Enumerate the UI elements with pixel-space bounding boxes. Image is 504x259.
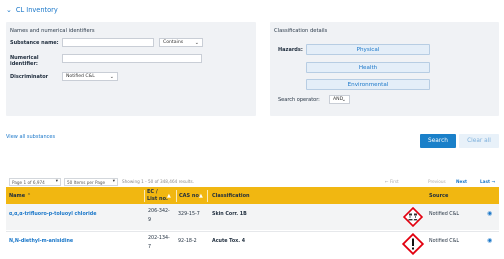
- table-row: [6, 204, 499, 230]
- column-divider: [176, 190, 177, 202]
- view-eye-icon[interactable]: ◉: [487, 237, 492, 244]
- ec-number-line2: 9: [148, 218, 152, 223]
- discriminator-value: Notified C&L: [66, 74, 95, 79]
- source-value: Notified C&L: [429, 239, 460, 244]
- chevron-down-icon: ⌄: [6, 5, 12, 14]
- cas-number: 329-15-7: [178, 212, 200, 217]
- search-operator-select[interactable]: AND ⌄: [329, 95, 350, 104]
- numerical-identifier-label-2: identifier:: [10, 61, 38, 67]
- sort-icon: ▲: [199, 193, 203, 199]
- pager-previous-link[interactable]: Previous: [428, 178, 446, 186]
- pager-next-link[interactable]: Next: [456, 178, 467, 186]
- column-header-classification[interactable]: Classification: [212, 193, 250, 199]
- hazards-label: Hazards:: [278, 47, 303, 53]
- corrosion-pictogram-icon: [403, 207, 423, 227]
- view-all-substances-link[interactable]: View all substances: [6, 134, 55, 140]
- table-header: [6, 187, 499, 204]
- page-select[interactable]: Page 1 of 6,974 ▾: [9, 178, 61, 186]
- discriminator-select[interactable]: Notified C&L ⌄: [62, 72, 118, 81]
- clear-all-button[interactable]: Clear all: [459, 134, 499, 148]
- chevron-down-icon: ▾: [112, 179, 115, 184]
- hazard-physical-button[interactable]: Physical: [306, 44, 430, 55]
- chevron-down-icon: ⌄: [341, 97, 346, 103]
- chevron-down-icon: ▾: [55, 179, 58, 184]
- results-count: Showing 1 - 50 of 348,464 results.: [122, 179, 194, 184]
- names-panel-title: Names and numerical identifiers: [10, 28, 95, 34]
- sort-icon: ▲: [167, 193, 171, 199]
- match-mode-select[interactable]: Contains ⌄: [159, 38, 203, 47]
- match-mode-value: Contains: [163, 40, 184, 45]
- substance-name-link[interactable]: N,N-diethyl-m-anisidine: [9, 239, 73, 244]
- section-header[interactable]: ⌄ CL Inventory: [6, 4, 58, 16]
- ec-number-line1: 206-342-: [148, 209, 170, 214]
- column-header-name-label: Name: [9, 193, 26, 199]
- source-value: Notified C&L: [429, 212, 460, 217]
- items-per-page-value: 50 Items per Page: [67, 179, 106, 185]
- chevron-down-icon: ⌄: [109, 74, 114, 80]
- ec-number-line1: 202-134-: [148, 236, 170, 241]
- section-title: CL Inventory: [15, 6, 58, 14]
- substance-name-link[interactable]: α,α,α-trifluoro-p-toluoyl chloride: [9, 212, 96, 217]
- chevron-down-icon: ⌄: [194, 40, 199, 46]
- pager-last-link[interactable]: Last →: [480, 178, 495, 186]
- column-divider: [144, 190, 145, 202]
- pager-first-link[interactable]: ← First: [385, 178, 399, 186]
- page-select-value: Page 1 of 6,974: [12, 179, 45, 185]
- search-button[interactable]: Search: [420, 134, 456, 148]
- classification-code: Skin Corr. 1B: [212, 212, 247, 217]
- column-divider: [207, 190, 208, 202]
- classification-panel-title: Classification details: [274, 28, 328, 34]
- exclamation-pictogram-icon: [402, 233, 424, 255]
- substance-name-label: Substance name:: [10, 40, 59, 46]
- classification-code: Acute Tox. 4: [212, 239, 246, 244]
- column-header-name[interactable]: Name ⌃: [9, 193, 31, 199]
- sort-up-icon: ⌃: [26, 193, 32, 199]
- substance-name-input[interactable]: [62, 38, 154, 47]
- column-header-ec-line1[interactable]: EC /: [147, 189, 158, 195]
- items-per-page-select[interactable]: 50 Items per Page ▾: [64, 178, 118, 186]
- column-header-ec-line2[interactable]: List no.: [147, 196, 168, 202]
- column-header-cas[interactable]: CAS no.: [179, 193, 201, 199]
- cas-number: 92-18-2: [178, 239, 197, 244]
- search-operator-label: Search operator:: [278, 97, 320, 103]
- numerical-identifier-input[interactable]: [62, 54, 202, 63]
- ec-number-line2: 7: [148, 245, 152, 250]
- hazard-environmental-button[interactable]: Environmental: [306, 79, 430, 90]
- discriminator-label: Discriminator: [10, 74, 49, 80]
- names-panel: [6, 22, 256, 116]
- table-row: [6, 231, 499, 257]
- hazard-health-button[interactable]: Health: [306, 62, 430, 73]
- column-header-source[interactable]: Source: [429, 193, 448, 199]
- view-eye-icon[interactable]: ◉: [487, 210, 492, 217]
